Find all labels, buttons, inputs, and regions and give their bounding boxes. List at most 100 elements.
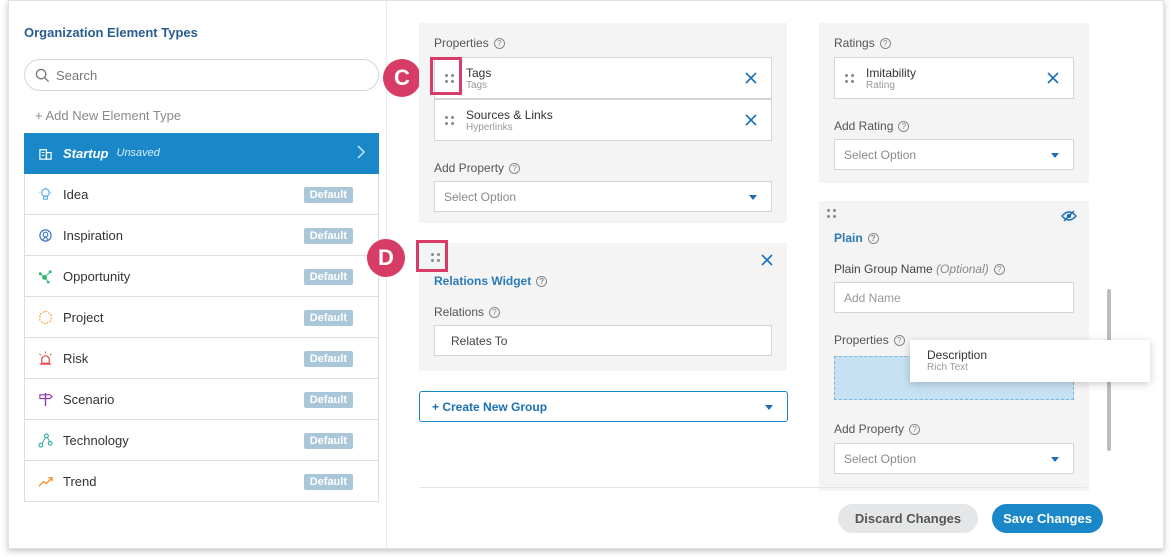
rating-card-imitability[interactable]: Imitability Rating <box>834 57 1074 99</box>
highlight-drag-handle-d <box>416 240 448 272</box>
caret-down-icon <box>1051 153 1059 158</box>
create-new-group-dropdown[interactable]: + Create New Group <box>419 391 788 422</box>
project-icon <box>37 309 53 325</box>
help-icon[interactable]: ? <box>493 37 505 49</box>
trend-icon <box>37 473 53 489</box>
plain-group-name-input[interactable]: Add Name <box>834 282 1074 313</box>
relations-widget-title: Relations Widget? <box>434 274 548 288</box>
property-type: Rich Text <box>927 362 968 373</box>
chevron-right-icon <box>356 145 366 162</box>
opportunity-icon <box>37 268 53 284</box>
relations-field[interactable]: Relates To <box>434 325 772 356</box>
add-property-select[interactable]: Select Option <box>434 181 772 212</box>
add-property-label: Add Property? <box>434 161 521 175</box>
group-panel-ratings: Ratings? Imitability Rating Add Rating? … <box>819 23 1089 183</box>
signpost-icon <box>37 391 53 407</box>
rating-name: Imitability <box>866 66 917 80</box>
close-icon[interactable] <box>1047 71 1059 89</box>
help-icon[interactable]: ? <box>879 37 891 49</box>
default-badge: Default <box>303 474 353 490</box>
plain-add-property-label: Add Property? <box>834 422 921 436</box>
caret-down-icon <box>1051 457 1059 462</box>
type-label: Trend <box>63 473 97 489</box>
type-row-startup[interactable]: Startup Unsaved <box>24 133 379 174</box>
select-placeholder: Select Option <box>444 189 517 204</box>
help-icon[interactable]: ? <box>509 162 521 174</box>
type-label: Risk <box>63 350 89 366</box>
properties-label: Properties? <box>434 36 505 50</box>
help-icon[interactable]: ? <box>489 306 501 318</box>
group-panel-relations: Relations Widget? Relations? Relates To <box>416 240 787 371</box>
default-badge: Default <box>303 228 353 244</box>
type-row-project[interactable]: Project Default <box>24 297 379 338</box>
ratings-label: Ratings? <box>834 36 891 50</box>
editor-window: Organization Element Types + Add New Ele… <box>8 0 1164 549</box>
sidebar-title: Organization Element Types <box>24 25 198 40</box>
search-input[interactable] <box>56 67 356 83</box>
plain-properties-label: Properties? <box>834 333 905 347</box>
caret-down-icon <box>765 405 773 410</box>
property-name: Description <box>927 348 988 362</box>
plain-group-title: Plain? <box>834 231 879 245</box>
help-icon[interactable]: ? <box>867 232 879 244</box>
add-rating-select[interactable]: Select Option <box>834 139 1074 170</box>
type-row-technology[interactable]: Technology Default <box>24 420 379 461</box>
help-icon[interactable]: ? <box>898 120 910 132</box>
discard-changes-button[interactable]: Discard Changes <box>838 504 978 533</box>
highlight-drag-handle-c <box>430 57 462 95</box>
type-label: Project <box>63 309 104 325</box>
type-label: Scenario <box>63 391 115 407</box>
property-card-sources[interactable]: Sources & Links Hyperlinks <box>434 99 772 141</box>
type-row-opportunity[interactable]: Opportunity Default <box>24 256 379 297</box>
drag-handle-icon[interactable] <box>827 209 836 218</box>
type-label: Inspiration <box>63 227 123 243</box>
default-badge: Default <box>303 351 353 367</box>
type-row-scenario[interactable]: Scenario Default <box>24 379 379 420</box>
default-badge: Default <box>303 392 353 408</box>
drag-handle-icon[interactable] <box>445 116 454 125</box>
type-row-idea[interactable]: Idea Default <box>24 174 379 215</box>
inspiration-icon <box>37 227 53 243</box>
type-label: Opportunity <box>63 268 131 284</box>
eye-slash-icon[interactable] <box>1061 209 1077 227</box>
help-icon[interactable]: ? <box>993 263 1005 275</box>
close-icon[interactable] <box>745 71 757 89</box>
add-element-type-link[interactable]: + Add New Element Type <box>35 108 181 123</box>
default-badge: Default <box>303 269 353 285</box>
type-row-risk[interactable]: Risk Default <box>24 338 379 379</box>
property-name: Tags <box>466 66 492 80</box>
property-type: Tags <box>466 80 488 91</box>
close-icon[interactable] <box>761 253 773 271</box>
help-icon[interactable]: ? <box>893 334 905 346</box>
default-badge: Default <box>303 187 353 203</box>
drag-handle-icon[interactable] <box>845 74 854 83</box>
search-icon <box>35 68 50 82</box>
type-row-trend[interactable]: Trend Default <box>24 461 379 502</box>
unsaved-status: Unsaved <box>116 147 160 159</box>
type-row-inspiration[interactable]: Inspiration Default <box>24 215 379 256</box>
select-placeholder: Select Option <box>844 147 917 162</box>
plain-group-name-label: Plain Group Name (Optional)? <box>834 262 1005 276</box>
plain-add-property-select[interactable]: Select Option <box>834 443 1074 474</box>
help-icon[interactable]: ? <box>909 423 921 435</box>
lightbulb-icon <box>37 186 53 202</box>
search-box[interactable] <box>24 59 379 91</box>
alarm-icon <box>37 350 53 366</box>
save-changes-button[interactable]: Save Changes <box>992 504 1103 533</box>
create-group-label: + Create New Group <box>432 400 548 414</box>
network-icon <box>37 432 53 448</box>
type-label: Idea <box>63 186 89 202</box>
type-label: Technology <box>63 432 129 448</box>
add-rating-label: Add Rating? <box>834 119 910 133</box>
relations-label: Relations? <box>434 305 501 319</box>
property-card-tags[interactable]: Tags Tags <box>434 57 772 99</box>
property-name: Sources & Links <box>466 108 553 122</box>
help-icon[interactable]: ? <box>536 275 548 287</box>
type-label: Startup <box>63 145 109 161</box>
close-icon[interactable] <box>745 113 757 131</box>
callout-d: D <box>367 239 405 277</box>
select-placeholder: Select Option <box>844 451 917 466</box>
property-type: Hyperlinks <box>466 122 513 133</box>
dragged-property-card[interactable]: Description Rich Text <box>910 340 1150 382</box>
building-icon <box>37 145 53 161</box>
